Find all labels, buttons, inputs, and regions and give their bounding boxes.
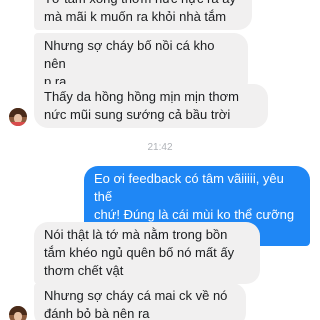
chat-thread: Tớ tắm xong thơm nức nực ra ấy mà mãi k … [0, 0, 320, 320]
contact-avatar[interactable] [9, 306, 27, 320]
incoming-message[interactable]: Thấy da hồng hồng mịn mịn thơm nức mũi s… [34, 84, 268, 128]
incoming-message[interactable]: Nói thật là tớ mà nằm trong bồn tắm khéo… [34, 222, 260, 284]
incoming-message[interactable]: Nhưng sợ cháy cá mai ck về nó đánh bỏ bà… [34, 283, 246, 320]
message-timestamp: 21:42 [147, 142, 173, 153]
contact-avatar[interactable] [9, 108, 27, 126]
incoming-message[interactable]: Tớ tắm xong thơm nức nực ra ấy mà mãi k … [34, 0, 252, 30]
